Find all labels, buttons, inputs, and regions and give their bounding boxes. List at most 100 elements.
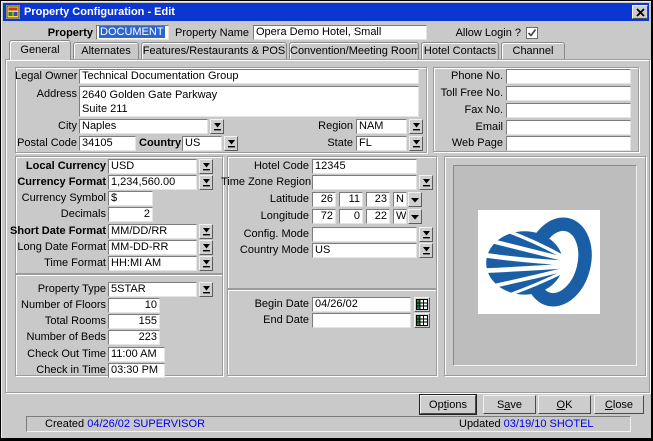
updated-value: 03/19/10 SHOTEL [504, 418, 594, 430]
longitude-minutes-field[interactable]: 0 [339, 209, 363, 224]
check-out-time-field[interactable]: 11:00 AM [108, 347, 165, 362]
currency-format-field[interactable]: 1,234,560.00 [108, 175, 197, 190]
property-type-field[interactable]: 5STAR [108, 282, 197, 297]
time-zone-region-lov-button[interactable] [419, 175, 433, 190]
address-line-2: Suite 211 [82, 102, 416, 116]
country-mode-field[interactable]: US [312, 243, 417, 258]
short-date-format-lov-button[interactable] [199, 224, 213, 239]
city-field[interactable]: Naples [79, 119, 208, 134]
phone-no-field[interactable] [506, 69, 631, 84]
hotel-code-field[interactable]: 12345 [312, 159, 417, 174]
list-of-values-dropdown-icon [422, 230, 431, 239]
hotel-code-label: Hotel Code [221, 159, 309, 174]
longitude-degrees-field[interactable]: 72 [312, 209, 336, 224]
currency-symbol-label: Currency Symbol [9, 191, 106, 206]
state-label: State [295, 136, 353, 151]
time-format-lov-button[interactable] [199, 256, 213, 271]
decimals-field[interactable]: 2 [108, 207, 153, 222]
time-format-field[interactable]: HH:MI AM [108, 256, 197, 271]
state-field[interactable]: FL [356, 136, 407, 151]
created-label: Created [45, 418, 84, 430]
allow-login-checkbox[interactable] [526, 27, 538, 39]
region-field[interactable]: NAM [356, 119, 407, 134]
tab-general[interactable]: General [9, 40, 71, 60]
latitude-degrees-field[interactable]: 26 [312, 192, 336, 207]
currency-format-lov-button[interactable] [199, 175, 213, 190]
long-date-format-field[interactable]: MM-DD-RR [108, 240, 197, 255]
property-field[interactable]: DOCUMENT [96, 25, 169, 40]
number-of-floors-field[interactable]: 10 [108, 298, 160, 313]
address-line-1: 2640 Golden Gate Parkway [82, 88, 416, 102]
config-mode-lov-button[interactable] [419, 227, 433, 242]
fax-no-field[interactable] [506, 103, 631, 118]
property-name-field[interactable]: Opera Demo Hotel, Small [253, 25, 427, 40]
title-bar: Property Configuration - Edit [3, 3, 649, 21]
latitude-seconds-field[interactable]: 23 [366, 192, 390, 207]
longitude-label: Longitude [221, 209, 309, 224]
local-currency-field[interactable]: USD [108, 159, 197, 174]
local-currency-lov-button[interactable] [199, 159, 213, 174]
time-zone-region-field[interactable] [312, 175, 417, 190]
fax-no-label: Fax No. [437, 103, 503, 118]
number-of-floors-label: Number of Floors [9, 298, 106, 313]
tab-hotel-contacts[interactable]: Hotel Contacts [421, 42, 499, 59]
begin-date-field[interactable]: 04/26/02 [312, 297, 411, 312]
tab-convention-meeting-rooms[interactable]: Convention/Meeting Rooms [289, 42, 419, 59]
ok-button[interactable]: OK [538, 395, 591, 414]
options-button[interactable]: Options [420, 395, 476, 414]
city-lov-button[interactable] [210, 119, 224, 134]
calendar-icon [416, 315, 428, 326]
web-page-label: Web Page [437, 136, 503, 151]
end-date-calendar-icon[interactable] [414, 313, 430, 328]
longitude-direction-field[interactable]: W [393, 209, 407, 224]
close-icon[interactable] [632, 5, 648, 19]
list-of-values-dropdown-icon [202, 162, 211, 171]
updated-audit-text: Updated 03/19/10 SHOTEL [459, 418, 594, 431]
tab-features-restaurants-pos[interactable]: Features/Restaurants & POS [141, 42, 287, 59]
short-date-format-label: Short Date Format [9, 224, 106, 239]
end-date-label: End Date [221, 313, 309, 328]
latitude-direction-field[interactable]: N [393, 192, 407, 207]
list-of-values-dropdown-icon [213, 122, 222, 131]
currency-symbol-field[interactable]: $ [108, 191, 153, 206]
save-button[interactable]: Save [483, 395, 536, 414]
calendar-icon [416, 299, 428, 310]
legal-owner-field[interactable]: Technical Documentation Group [79, 69, 419, 84]
begin-date-calendar-icon[interactable] [414, 297, 430, 312]
country-field[interactable]: US [182, 136, 222, 151]
chevron-down-icon [411, 214, 419, 220]
state-lov-button[interactable] [409, 136, 423, 151]
tab-alternates[interactable]: Alternates [73, 42, 139, 59]
property-type-label: Property Type [9, 282, 106, 297]
local-currency-label: Local Currency [9, 159, 106, 174]
country-mode-label: Country Mode [221, 243, 309, 258]
longitude-seconds-field[interactable]: 22 [366, 209, 390, 224]
tab-channel[interactable]: Channel [501, 42, 565, 59]
web-page-field[interactable] [506, 136, 631, 151]
postal-code-field[interactable]: 34105 [79, 136, 136, 151]
config-mode-field[interactable] [312, 227, 417, 242]
check-in-time-field[interactable]: 03:30 PM [108, 363, 165, 378]
short-date-format-field[interactable]: MM/DD/RR [108, 224, 197, 239]
config-mode-label: Config. Mode [221, 227, 309, 242]
country-lov-button[interactable] [224, 136, 238, 151]
latitude-minutes-field[interactable]: 11 [339, 192, 363, 207]
country-mode-lov-button[interactable] [419, 243, 433, 258]
end-date-field[interactable] [312, 313, 411, 328]
email-field[interactable] [506, 120, 631, 135]
number-of-beds-label: Number of Beds [9, 330, 106, 345]
longitude-direction-dropdown-button[interactable] [408, 209, 422, 224]
total-rooms-field[interactable]: 155 [108, 314, 160, 329]
long-date-format-lov-button[interactable] [199, 240, 213, 255]
property-type-lov-button[interactable] [199, 282, 213, 297]
toll-free-no-field[interactable] [506, 86, 631, 101]
status-bar: Created 04/26/02 SUPERVISOR Updated 03/1… [26, 416, 631, 432]
close-button[interactable]: Close [594, 395, 644, 414]
long-date-format-label: Long Date Format [9, 240, 106, 255]
number-of-beds-field[interactable]: 223 [108, 330, 160, 345]
region-lov-button[interactable] [409, 119, 423, 134]
chevron-down-icon [411, 197, 419, 203]
address-field[interactable]: 2640 Golden Gate Parkway Suite 211 [79, 86, 419, 117]
list-of-values-dropdown-icon [227, 139, 236, 148]
latitude-direction-dropdown-button[interactable] [408, 192, 422, 207]
